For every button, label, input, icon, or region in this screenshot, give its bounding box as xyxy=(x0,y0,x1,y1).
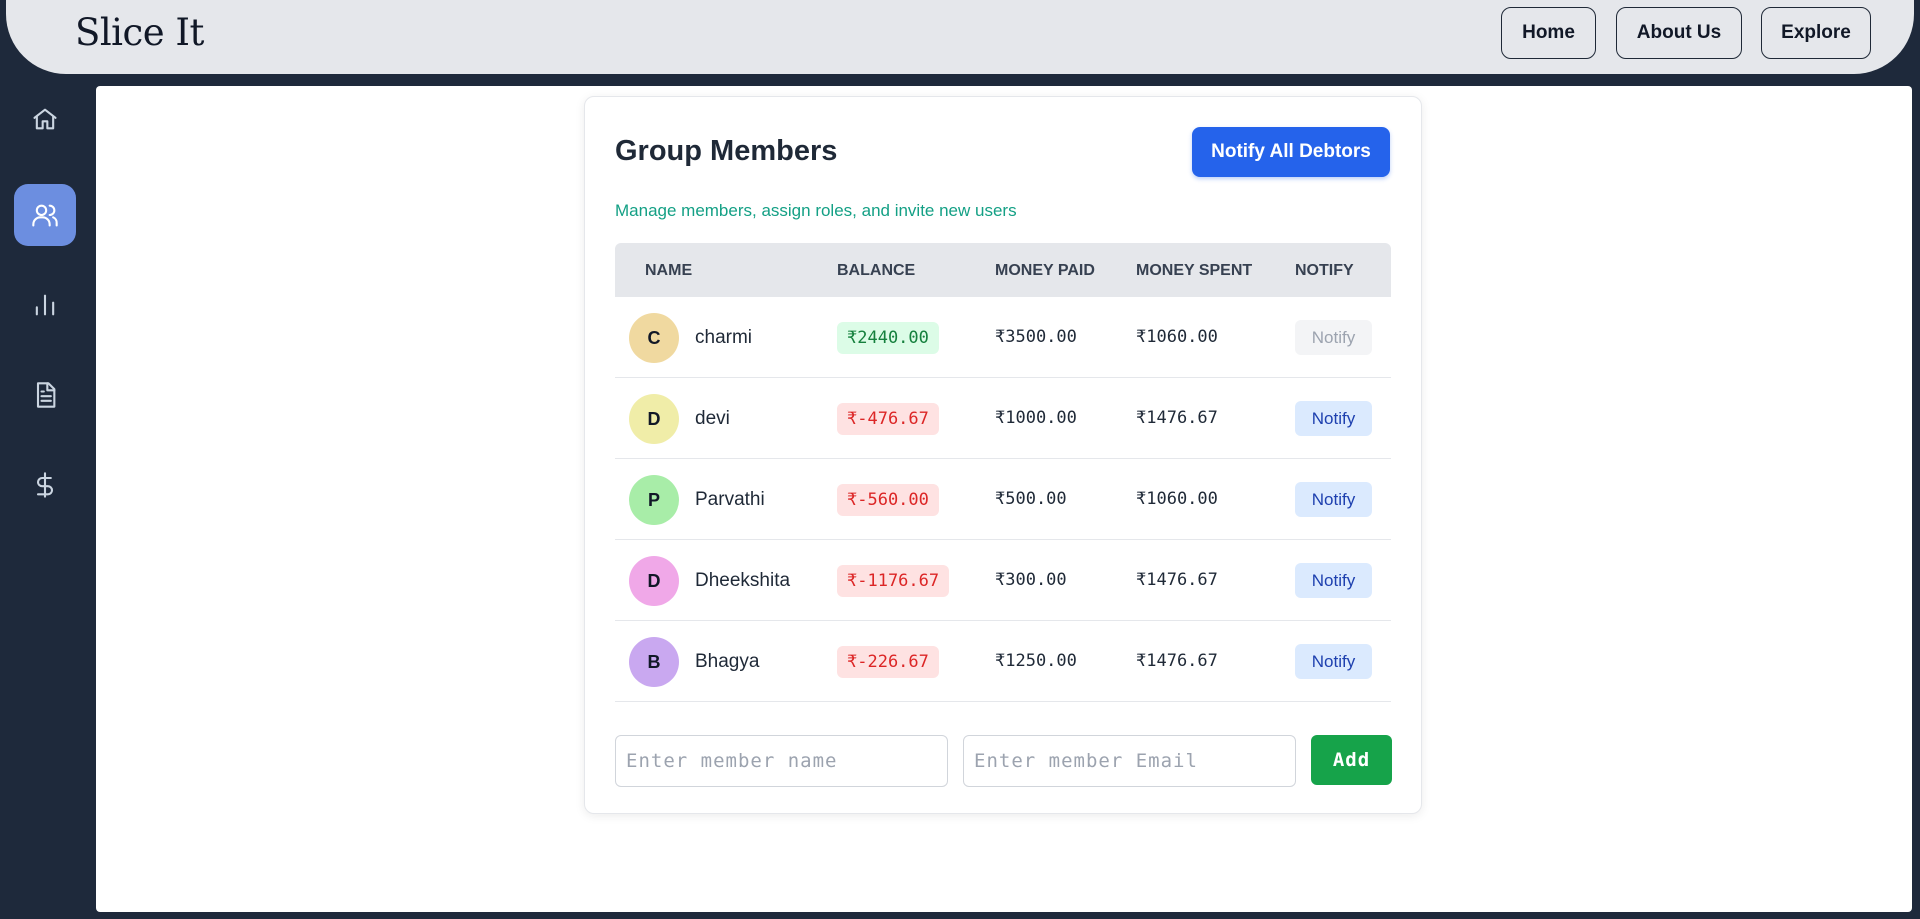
money-paid: ₹500.00 xyxy=(995,489,1067,509)
notify-button[interactable]: Notify xyxy=(1295,563,1372,598)
money-spent: ₹1060.00 xyxy=(1136,489,1218,509)
sidebar-item-documents[interactable] xyxy=(14,364,76,426)
users-icon xyxy=(32,204,58,227)
balance-badge: ₹-476.67 xyxy=(837,403,939,435)
page-title: Group Members xyxy=(615,135,838,167)
sidebar-item-members[interactable] xyxy=(14,184,76,246)
group-members-card: Group Members Notify All Debtors Manage … xyxy=(584,96,1422,814)
money-paid: ₹1000.00 xyxy=(995,408,1077,428)
notify-button[interactable]: Notify xyxy=(1295,401,1372,436)
avatar: D xyxy=(629,556,679,606)
notify-button[interactable]: Notify xyxy=(1295,320,1372,355)
balance-badge: ₹-1176.67 xyxy=(837,565,950,597)
home-icon xyxy=(33,108,57,130)
header-balance: BALANCE xyxy=(837,262,916,279)
notify-button[interactable]: Notify xyxy=(1295,482,1372,517)
balance-badge: ₹-226.67 xyxy=(837,646,939,678)
header-name: NAME xyxy=(645,262,693,279)
document-icon xyxy=(36,382,56,408)
money-spent: ₹1476.67 xyxy=(1136,651,1218,671)
member-name: charmi xyxy=(695,327,753,348)
avatar: C xyxy=(629,313,679,363)
table-header: NAME BALANCE MONEY PAID MONEY SPENT NOTI… xyxy=(615,243,1391,297)
money-spent: ₹1060.00 xyxy=(1136,327,1218,347)
member-name: Dheekshita xyxy=(695,570,791,591)
nav-about-button[interactable]: About Us xyxy=(1616,7,1742,59)
member-name: devi xyxy=(695,408,730,429)
money-paid: ₹1250.00 xyxy=(995,651,1077,671)
members-table: NAME BALANCE MONEY PAID MONEY SPENT NOTI… xyxy=(615,243,1391,702)
nav-explore-button[interactable]: Explore xyxy=(1761,7,1871,59)
sidebar xyxy=(4,84,84,919)
sidebar-item-home[interactable] xyxy=(14,88,76,150)
member-name: Bhagya xyxy=(695,651,760,672)
table-row: B Bhagya ₹-226.67 ₹1250.00 ₹1476.67 Noti… xyxy=(615,621,1391,702)
add-member-button[interactable]: Add xyxy=(1311,735,1392,785)
member-name-input[interactable] xyxy=(615,735,948,787)
balance-badge: ₹2440.00 xyxy=(837,322,939,354)
table-row: D Dheekshita ₹-1176.67 ₹300.00 ₹1476.67 … xyxy=(615,540,1391,621)
sidebar-item-analytics[interactable] xyxy=(14,274,76,336)
notify-button[interactable]: Notify xyxy=(1295,644,1372,679)
page-subtitle: Manage members, assign roles, and invite… xyxy=(615,201,1017,220)
avatar: B xyxy=(629,637,679,687)
dollar-icon xyxy=(36,472,54,498)
table-row: D devi ₹-476.67 ₹1000.00 ₹1476.67 Notify xyxy=(615,378,1391,459)
table-body: C charmi ₹2440.00 ₹3500.00 ₹1060.00 Noti… xyxy=(615,297,1391,702)
sidebar-item-payments[interactable] xyxy=(14,454,76,516)
money-spent: ₹1476.67 xyxy=(1136,570,1218,590)
table-row: P Parvathi ₹-560.00 ₹500.00 ₹1060.00 Not… xyxy=(615,459,1391,540)
notify-all-debtors-button[interactable]: Notify All Debtors xyxy=(1192,127,1390,177)
brand-logo[interactable]: Slice It xyxy=(75,11,204,54)
money-paid: ₹3500.00 xyxy=(995,327,1077,347)
avatar: P xyxy=(629,475,679,525)
header-money-spent: MONEY SPENT xyxy=(1136,262,1253,279)
bar-chart-icon xyxy=(35,294,55,316)
header-money-paid: MONEY PAID xyxy=(995,262,1095,279)
top-navbar: Slice It Home About Us Explore xyxy=(6,0,1914,74)
member-email-input[interactable] xyxy=(963,735,1296,787)
member-name: Parvathi xyxy=(695,489,765,510)
avatar: D xyxy=(629,394,679,444)
money-spent: ₹1476.67 xyxy=(1136,408,1218,428)
header-notify: NOTIFY xyxy=(1295,262,1354,279)
table-row: C charmi ₹2440.00 ₹3500.00 ₹1060.00 Noti… xyxy=(615,297,1391,378)
balance-badge: ₹-560.00 xyxy=(837,484,939,516)
nav-home-button[interactable]: Home xyxy=(1501,7,1596,59)
money-paid: ₹300.00 xyxy=(995,570,1067,590)
main-content: Group Members Notify All Debtors Manage … xyxy=(96,86,1912,912)
